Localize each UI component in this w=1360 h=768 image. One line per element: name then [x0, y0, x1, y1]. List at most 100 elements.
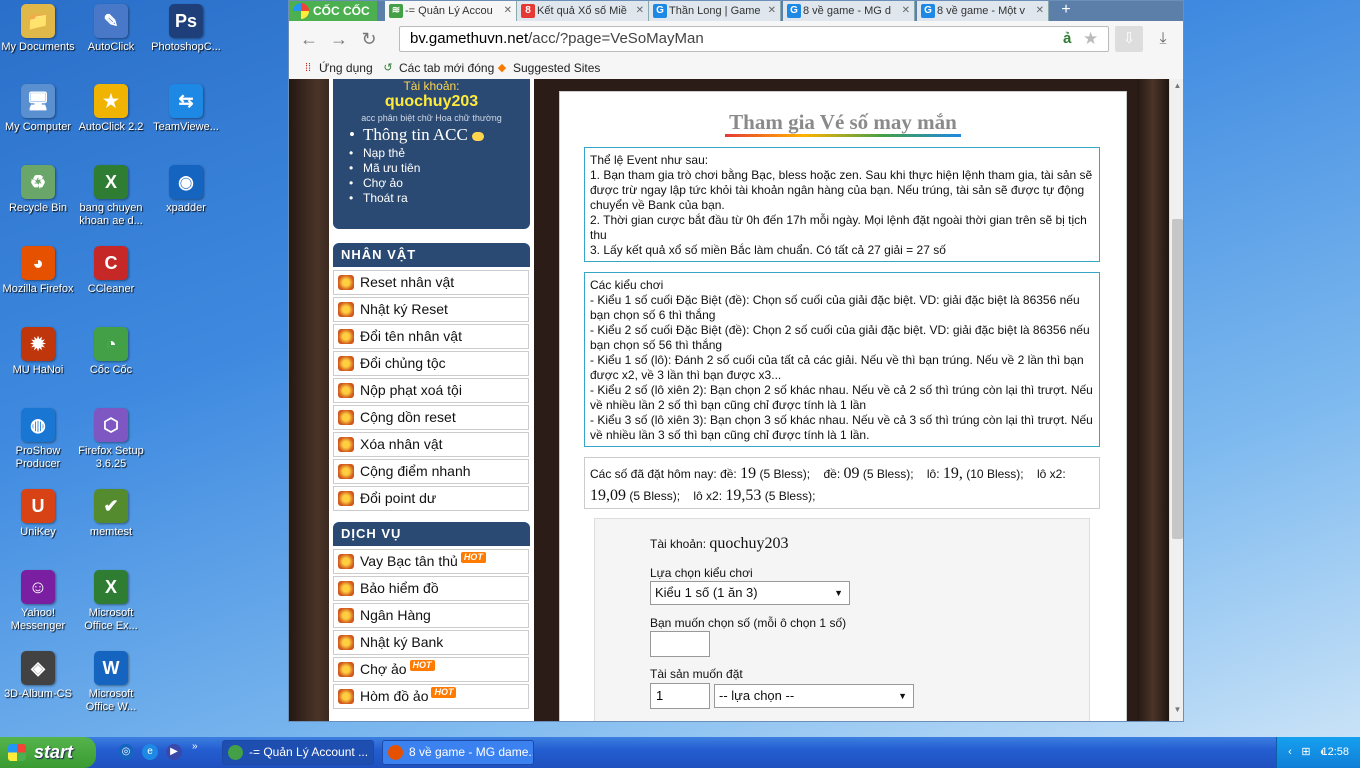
- new-tab-plus-icon[interactable]: +: [1053, 1, 1079, 21]
- desktop-icon-label: AutoClick: [87, 41, 135, 53]
- desktop-icon[interactable]: ★ AutoClick 2.2: [73, 84, 149, 134]
- coccoc-icon: ◔: [94, 327, 128, 361]
- tab-close-icon[interactable]: ✕: [902, 1, 910, 21]
- desktop-icon[interactable]: ☺ Yahoo! Messenger: [0, 570, 76, 633]
- browser-tab[interactable]: ≋ -= Quản Lý Accou ✕: [385, 1, 517, 21]
- desktop-icon[interactable]: ◉ xpadder: [148, 165, 224, 215]
- menu-item-label: Bảo hiểm đồ: [360, 580, 439, 596]
- scrollbar-thumb[interactable]: [1172, 219, 1183, 539]
- character-menu-item[interactable]: Cộng dồn reset: [333, 405, 529, 430]
- service-menu-item[interactable]: Vay Bạc tân thủ HOT: [333, 549, 529, 574]
- service-menu-item[interactable]: Ngân Hàng: [333, 603, 529, 628]
- account-link[interactable]: Thông tin ACC: [349, 125, 484, 145]
- account-link[interactable]: Thoát ra: [349, 191, 408, 205]
- clock[interactable]: 12:58: [1321, 746, 1349, 758]
- reload-icon[interactable]: ↻: [357, 28, 381, 50]
- start-button[interactable]: start: [0, 737, 96, 768]
- tray-collapse-icon[interactable]: ‹: [1283, 745, 1297, 759]
- browser-tab[interactable]: G8 về game - MG d ✕: [783, 1, 915, 21]
- asset-type-select[interactable]: -- lựa chọn --: [714, 684, 914, 708]
- menu-item-label: Chợ ảo: [360, 661, 407, 677]
- address-bar[interactable]: bv.gamethuvn.net/acc/?page=VeSoMayMan: [399, 26, 1109, 52]
- tab-favicon-icon: 8: [521, 4, 535, 18]
- service-menu-item[interactable]: Nhật ký Bank: [333, 630, 529, 655]
- desktop-icon[interactable]: 📁 My Documents: [0, 4, 76, 54]
- character-menu-item[interactable]: Xóa nhân vật: [333, 432, 529, 457]
- scroll-up-icon[interactable]: ▲: [1172, 81, 1183, 93]
- desktop-icon-label: Mozilla Firefox: [2, 283, 74, 295]
- tab-close-icon[interactable]: ✕: [636, 1, 644, 21]
- tab-close-icon[interactable]: ✕: [1036, 1, 1044, 21]
- page-scrollbar[interactable]: ▲ ▼: [1169, 79, 1183, 721]
- desktop-icon[interactable]: 🖥 My Computer: [0, 84, 76, 134]
- quicklaunch-expand-icon[interactable]: »: [192, 741, 198, 752]
- service-menu-item[interactable]: Bảo hiểm đồ: [333, 576, 529, 601]
- placed-lox2b-number: 19,53: [725, 487, 762, 504]
- quicklaunch-desktop-icon[interactable]: ◎: [118, 744, 134, 760]
- windows-flag-icon: [8, 744, 26, 761]
- bookmark-label: Ứng dụng: [319, 61, 373, 75]
- bookmark-item[interactable]: ⁞⁞ Ứng dụng: [301, 60, 373, 76]
- desktop-icon[interactable]: X Microsoft Office Ex...: [73, 570, 149, 633]
- desktop-icon[interactable]: ✔ memtest: [73, 489, 149, 539]
- taskbar-task[interactable]: -= Quản Lý Account ...: [222, 740, 374, 765]
- browser-tab[interactable]: G Thần Long | Game ✕: [649, 1, 781, 21]
- url-host: bv.gamethuvn.net: [410, 30, 529, 47]
- firefox-task-icon: [388, 745, 403, 760]
- number-input[interactable]: [650, 631, 710, 657]
- tab-close-icon[interactable]: ✕: [504, 1, 512, 21]
- asset-quantity-input[interactable]: 1: [650, 683, 710, 709]
- scroll-down-icon[interactable]: ▼: [1172, 705, 1183, 717]
- taskbar-task[interactable]: 8 về game - MG dame...: [382, 740, 534, 765]
- quicklaunch-ie-icon[interactable]: e: [142, 744, 158, 760]
- desktop-icon[interactable]: ◕ Mozilla Firefox: [0, 246, 76, 296]
- desktop-icon[interactable]: C CCleaner: [73, 246, 149, 296]
- coccoc-brand-button[interactable]: CỐC CỐC: [289, 1, 377, 21]
- desktop-icon[interactable]: ◍ ProShow Producer: [0, 408, 76, 471]
- desktop-icon[interactable]: ◔ Cốc Cốc: [73, 327, 149, 377]
- desktop-icon[interactable]: ♻ Recycle Bin: [0, 165, 76, 215]
- browser-tab[interactable]: G8 về game - Một v ✕: [917, 1, 1049, 21]
- browser-tab[interactable]: 8 Kết quả Xổ số Miề ✕: [517, 1, 649, 21]
- installer-icon: ⬡: [94, 408, 128, 442]
- tab-close-icon[interactable]: ✕: [768, 1, 776, 21]
- bookmark-star-icon[interactable]: ★: [1083, 28, 1103, 50]
- desktop-icon[interactable]: Xbang chuyen khoan ae d...: [73, 165, 149, 228]
- desktop-icon-label: Microsoft Office Ex...: [84, 607, 138, 632]
- service-menu-item[interactable]: Chợ ảo HOT: [333, 657, 529, 682]
- downloads-icon[interactable]: ⤓: [1153, 28, 1173, 50]
- quicklaunch-media-icon[interactable]: ▶: [166, 744, 182, 760]
- desktop-icon[interactable]: ✹ MU HaNoi: [0, 327, 76, 377]
- account-link[interactable]: Mã ưu tiên: [349, 161, 421, 175]
- bookmark-item[interactable]: ◆ Suggested Sites: [495, 60, 601, 76]
- character-menu-item[interactable]: Reset nhân vật: [333, 270, 529, 295]
- account-link-label: Chợ ảo: [363, 176, 403, 190]
- play-type-select[interactable]: Kiểu 1 số (1 ăn 3): [650, 581, 850, 605]
- page-title-text: Tham gia Vé số may mắn: [725, 110, 961, 137]
- desktop-icon[interactable]: U UniKey: [0, 489, 76, 539]
- desktop-icon[interactable]: Ps PhotoshopC...: [148, 4, 224, 54]
- desktop-icon[interactable]: ✎ AutoClick: [73, 4, 149, 54]
- desktop-icon[interactable]: ⬡ Firefox Setup 3.6.25: [73, 408, 149, 471]
- desktop-icon-label: bang chuyen khoan ae d...: [79, 202, 143, 227]
- bookmark-item[interactable]: ↺ Các tab mới đóng: [381, 60, 494, 76]
- desktop-icon[interactable]: ◈ 3D-Album-CS: [0, 651, 76, 701]
- character-menu-item[interactable]: Nhật ký Reset: [333, 297, 529, 322]
- vietnamese-input-icon[interactable]: ả: [1063, 28, 1079, 50]
- account-link-label: Thông tin ACC: [363, 125, 468, 144]
- forward-arrow-icon[interactable]: →: [327, 28, 351, 50]
- back-arrow-icon[interactable]: ←: [297, 28, 321, 50]
- network-icon[interactable]: ⊞: [1299, 745, 1313, 759]
- desktop-icon[interactable]: W Microsoft Office W...: [73, 651, 149, 714]
- character-menu-item[interactable]: Đổi chủng tộc: [333, 351, 529, 376]
- desktop-icon[interactable]: ⇆ TeamViewe...: [148, 84, 224, 134]
- character-menu-item[interactable]: Cộng điểm nhanh: [333, 459, 529, 484]
- service-menu-item[interactable]: Hòm đồ ảo HOT: [333, 684, 529, 709]
- character-menu-item[interactable]: Đổi tên nhân vật: [333, 324, 529, 349]
- character-menu-item[interactable]: Đổi point dư: [333, 486, 529, 511]
- download-video-icon[interactable]: ⇩: [1115, 26, 1143, 52]
- menu-item-label: Nhật ký Reset: [360, 301, 448, 317]
- account-link[interactable]: Chợ ảo: [349, 176, 403, 190]
- character-menu-item[interactable]: Nộp phạt xoá tội: [333, 378, 529, 403]
- account-link[interactable]: Nạp thẻ: [349, 146, 405, 160]
